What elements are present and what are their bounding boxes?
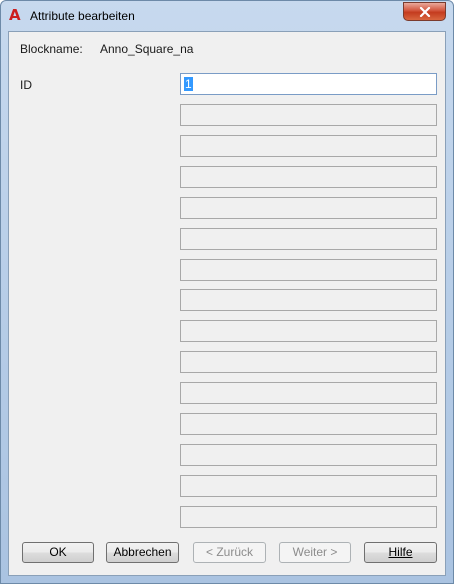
dialog-window: A Attribute bearbeiten Blockname: Anno_S… [0, 0, 454, 584]
attribute-input-empty[interactable] [180, 166, 437, 188]
attribute-input-empty[interactable] [180, 506, 437, 528]
attribute-input-empty[interactable] [180, 228, 437, 250]
window-title: Attribute bearbeiten [30, 9, 135, 23]
dialog-body: Blockname: Anno_Square_na ID 1 OK Abbrec… [8, 31, 446, 576]
attribute-input-empty[interactable] [180, 444, 437, 466]
blockname-label: Blockname: [20, 42, 83, 56]
attribute-input-empty[interactable] [180, 197, 437, 219]
attribute-input-empty[interactable] [180, 413, 437, 435]
next-button[interactable]: Weiter > [279, 542, 351, 563]
attribute-input-id[interactable]: 1 [180, 73, 437, 95]
attribute-input-empty[interactable] [180, 351, 437, 373]
back-button[interactable]: < Zurück [193, 542, 266, 563]
close-button[interactable] [403, 2, 446, 21]
attribute-label-id: ID [20, 78, 32, 92]
attribute-input-empty[interactable] [180, 382, 437, 404]
attribute-value-id: 1 [184, 77, 193, 91]
title-bar[interactable]: A Attribute bearbeiten [1, 1, 453, 31]
ok-button[interactable]: OK [22, 542, 94, 563]
blockname-value: Anno_Square_na [100, 42, 194, 56]
attribute-input-empty[interactable] [180, 289, 437, 311]
close-icon [419, 6, 430, 17]
attribute-input-empty[interactable] [180, 135, 437, 157]
attribute-input-empty[interactable] [180, 259, 437, 281]
attribute-input-empty[interactable] [180, 104, 437, 126]
autocad-a-icon: A [9, 6, 21, 24]
attribute-input-empty[interactable] [180, 320, 437, 342]
cancel-button[interactable]: Abbrechen [106, 542, 179, 563]
help-button[interactable]: Hilfe [364, 542, 437, 563]
attribute-input-empty[interactable] [180, 475, 437, 497]
